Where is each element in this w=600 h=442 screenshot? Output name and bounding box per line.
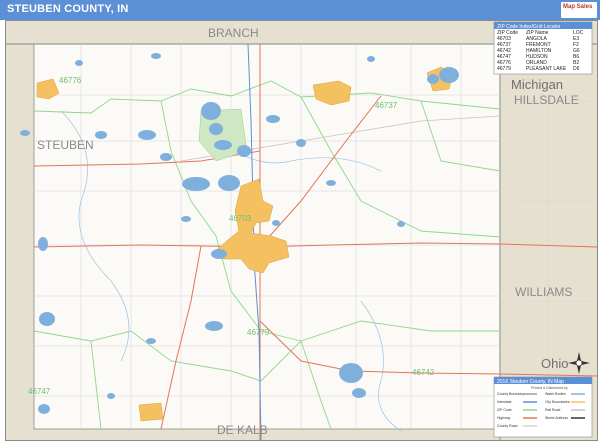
legend-subtitle: Printed & Distributed by [531,386,568,390]
legend-item-label: ZIP Code [497,408,512,412]
legend-item-label: City Boundaries [545,400,570,404]
label-zip-46737: 46737 [375,101,398,110]
zip-index-cell: PLEASANT LAKE [526,66,567,72]
label-zip-46742: 46742 [412,368,435,377]
legend-item-label: Water Bodies [545,392,566,396]
legend-item-label: Interstate [497,400,512,404]
legend-item-label: Street Address [545,416,568,420]
label-williams: WILLIAMS [515,285,572,299]
legend: 2016 Steuben County, IN Map Printed & Di… [493,376,593,438]
zip-index-cell: 46779 [497,66,511,72]
publisher-logo: Map Sales [561,2,597,18]
title-bar: STEUBEN COUNTY, IN Map Sales [0,0,600,20]
legend-item-label: County Road [497,424,517,428]
zip-index-cell: D6 [573,66,580,72]
map-title: STEUBEN COUNTY, IN [7,3,129,15]
label-zip-46779: 46779 [247,328,270,337]
label-steuben: STEUBEN [37,138,94,152]
label-zip-46703: 46703 [229,214,252,223]
label-ohio: Ohio [541,356,568,371]
map-svg: BRANCH STEUBEN Michigan HILLSDALE WILLIA… [6,21,597,440]
legend-title: 2016 Steuben County, IN Map [497,379,564,385]
hamilton-city [138,402,164,422]
publisher-mark: Map Sales [563,4,593,10]
label-michigan: Michigan [511,77,563,92]
zip-index: ZIP Code Index/Grid Locator ZIP Code ZIP … [493,21,593,75]
label-zip-46776: 46776 [59,76,82,85]
map-canvas[interactable]: BRANCH STEUBEN Michigan HILLSDALE WILLIA… [5,20,598,441]
legend-item-label: County Boundary [497,392,524,396]
label-zip-46747: 46747 [28,387,51,396]
legend-item-label: Highway [497,416,511,420]
legend-item-label: Rail Road [545,408,560,412]
label-branch: BRANCH [208,26,259,40]
label-hillsdale: HILLSDALE [514,93,579,107]
label-dekalb: DE KALB [217,423,268,437]
